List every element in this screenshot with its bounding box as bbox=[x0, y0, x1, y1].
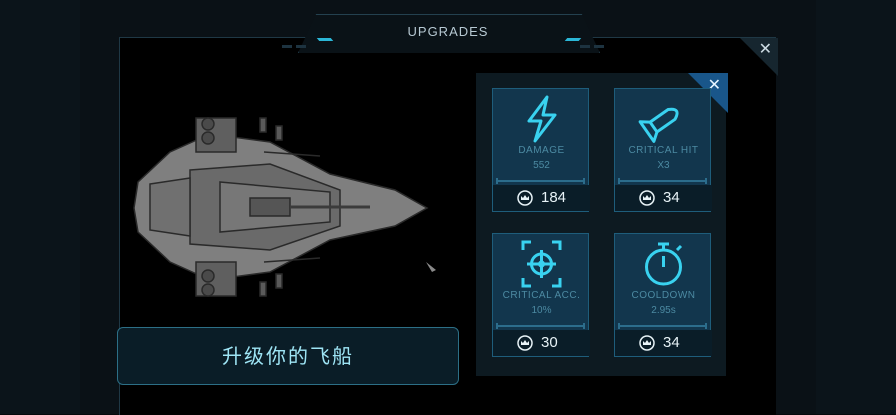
missile-icon bbox=[638, 107, 679, 143]
upgrade-label: COOLDOWN bbox=[631, 290, 696, 301]
left-side-panel bbox=[0, 0, 81, 414]
lightning-icon bbox=[527, 95, 557, 143]
upgrade-divider bbox=[496, 178, 585, 184]
upgrade-label: CRITICAL HIT bbox=[628, 145, 699, 156]
crown-coin-icon bbox=[517, 190, 533, 206]
upgrade-cost: 30 bbox=[493, 330, 590, 356]
cost-value: 184 bbox=[541, 189, 567, 206]
dash-decoration bbox=[580, 45, 604, 48]
upgrade-divider bbox=[496, 323, 585, 329]
crown-coin-icon bbox=[517, 335, 533, 351]
crown-coin-icon bbox=[639, 190, 655, 206]
upgrade-cost: 34 bbox=[615, 330, 712, 356]
spaceship-image bbox=[133, 117, 429, 297]
upgrade-value: 10% bbox=[531, 305, 552, 316]
cost-value: 34 bbox=[663, 334, 680, 351]
upgrade-cost: 34 bbox=[615, 185, 712, 211]
caption-text: 升级你的飞船 bbox=[222, 344, 354, 368]
upgrade-card-critical-hit[interactable]: CRITICAL HIT X3 34 bbox=[614, 88, 712, 212]
upgrade-label: CRITICAL ACC. bbox=[502, 290, 581, 301]
tab-accent-left bbox=[316, 38, 334, 41]
upgrade-label: DAMAGE bbox=[518, 145, 565, 156]
cost-value: 34 bbox=[663, 189, 680, 206]
close-icon: ✕ bbox=[758, 39, 772, 58]
upgrade-value: 2.95s bbox=[651, 305, 676, 316]
upgrade-card-critical-acc[interactable]: CRITICAL ACC. 10% 30 bbox=[492, 233, 590, 357]
debris-decoration bbox=[426, 262, 436, 272]
stopwatch-icon bbox=[645, 242, 683, 286]
upgrade-value: X3 bbox=[657, 160, 670, 171]
upgrade-divider bbox=[618, 178, 707, 184]
upgrade-divider bbox=[618, 323, 707, 329]
right-side-panel bbox=[815, 0, 896, 414]
upgrade-value: 552 bbox=[533, 160, 550, 171]
tab-accent-right bbox=[564, 38, 582, 41]
crosshair-icon bbox=[521, 240, 562, 288]
cost-value: 30 bbox=[541, 334, 558, 351]
upgrade-cost: 184 bbox=[493, 185, 590, 211]
crown-coin-icon bbox=[639, 335, 655, 351]
upgrade-card-damage[interactable]: DAMAGE 552 184 bbox=[492, 88, 590, 212]
page-title: UPGRADES bbox=[407, 24, 489, 39]
upgrade-card-cooldown[interactable]: COOLDOWN 2.95s 34 bbox=[614, 233, 712, 357]
dash-decoration bbox=[282, 45, 306, 48]
